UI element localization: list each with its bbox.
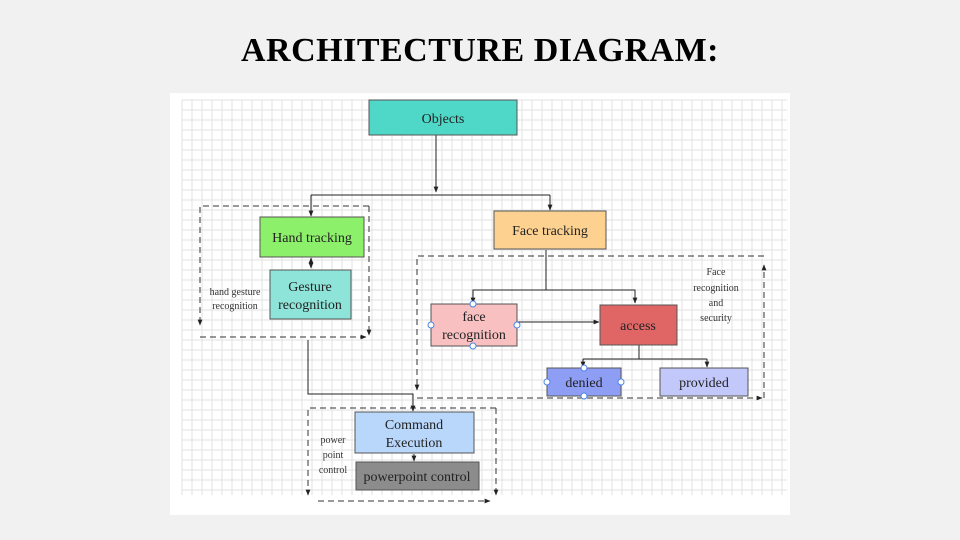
slide-title: ARCHITECTURE DIAGRAM: bbox=[240, 32, 720, 69]
label-face-security-line4: security bbox=[700, 313, 732, 324]
node-command-execution-line1: Command bbox=[385, 418, 443, 433]
node-denied: denied bbox=[543, 364, 625, 400]
architecture-diagram: Objects Hand tracking Gesture recognitio… bbox=[181, 99, 787, 504]
label-hand-gesture-line2: recognition bbox=[212, 301, 258, 312]
node-face-tracking: Face tracking bbox=[493, 210, 607, 250]
node-gesture-recognition-line1: Gesture bbox=[288, 280, 332, 295]
selection-handle bbox=[427, 321, 435, 329]
diagram-canvas: Objects Hand tracking Gesture recognitio… bbox=[170, 93, 790, 515]
label-powerpoint-line1: power bbox=[321, 435, 347, 446]
node-face-recognition-line1: face bbox=[462, 310, 485, 325]
label-face-security-line3: and bbox=[709, 298, 723, 309]
selection-handle bbox=[469, 342, 477, 350]
node-access: access bbox=[599, 304, 678, 346]
selection-handle bbox=[513, 321, 521, 329]
label-hand-gesture-line1: hand gesture bbox=[210, 287, 261, 298]
node-powerpoint-control-label: powerpoint control bbox=[364, 470, 471, 485]
selection-handle bbox=[617, 378, 625, 386]
edge-face-to-recognition bbox=[470, 289, 546, 304]
node-access-label: access bbox=[620, 319, 656, 334]
label-powerpoint-line3: control bbox=[319, 465, 348, 476]
node-hand-tracking-label: Hand tracking bbox=[272, 231, 352, 246]
label-face-security-line2: recognition bbox=[693, 283, 739, 294]
node-hand-tracking: Hand tracking bbox=[259, 216, 365, 258]
selection-handle bbox=[543, 378, 551, 386]
node-command-execution-line2: Execution bbox=[386, 436, 443, 451]
label-powerpoint-control: power point control bbox=[319, 435, 348, 476]
node-objects-label: Objects bbox=[422, 112, 465, 127]
selection-handle bbox=[469, 300, 477, 308]
node-command-execution: Command Execution bbox=[354, 411, 475, 454]
label-powerpoint-line2: point bbox=[323, 450, 344, 461]
selection-handle bbox=[580, 364, 588, 372]
node-gesture-recognition: Gesture recognition bbox=[269, 269, 352, 320]
node-provided: provided bbox=[659, 367, 749, 397]
node-objects: Objects bbox=[368, 99, 518, 136]
label-face-security-line1: Face bbox=[707, 267, 726, 278]
node-provided-label: provided bbox=[679, 376, 729, 391]
node-face-recognition: face recognition bbox=[427, 300, 521, 350]
node-face-recognition-line2: recognition bbox=[442, 328, 506, 343]
node-face-tracking-label: Face tracking bbox=[512, 224, 588, 239]
selection-handle bbox=[580, 392, 588, 400]
node-denied-label: denied bbox=[565, 376, 602, 391]
node-gesture-recognition-line2: recognition bbox=[278, 298, 342, 313]
node-powerpoint-control: powerpoint control bbox=[355, 461, 480, 491]
